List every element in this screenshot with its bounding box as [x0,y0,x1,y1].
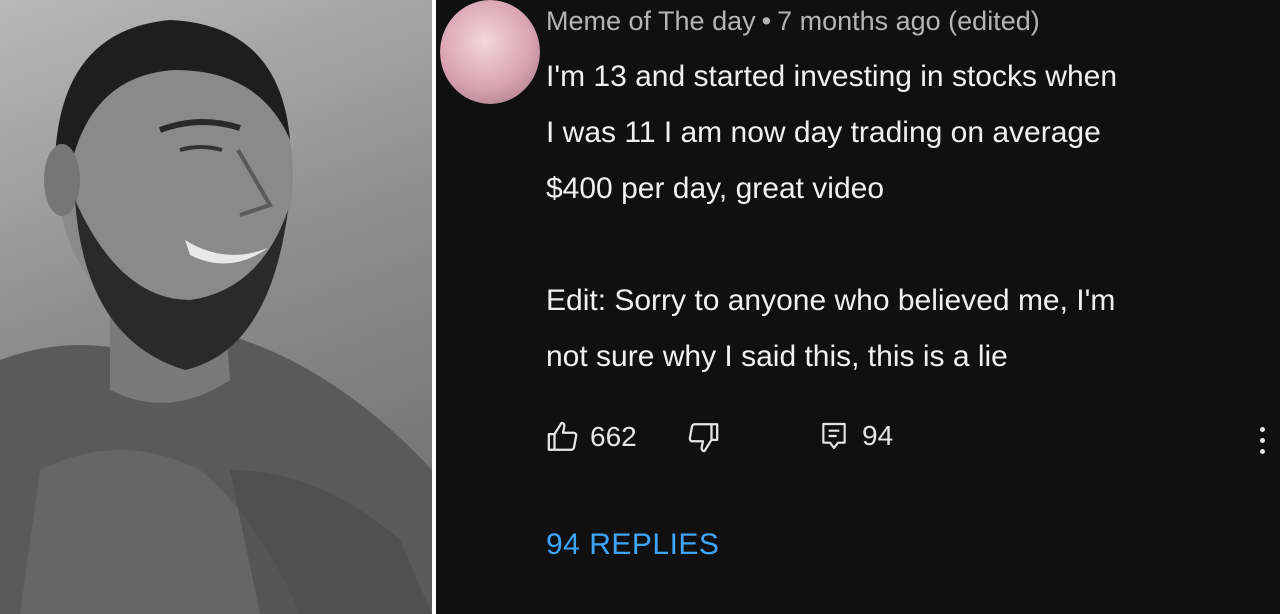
reply-count: 94 [862,420,894,451]
more-vertical-icon-dot [1259,437,1265,443]
portrait-illustration [0,20,432,614]
more-vertical-icon-dot [1259,448,1265,454]
portrait-photo [0,0,432,614]
comment-card: Meme of The day • 7 months ago (edited) I'… [436,0,1280,614]
comment-time[interactable]: 7 months ago (edited) [777,6,1040,36]
separator-dot: • [761,6,772,36]
more-vertical-icon [1259,426,1265,432]
thumbs-up-icon [547,421,578,451]
comment-icon [822,422,846,450]
reply-button[interactable]: 94 [818,420,893,452]
author-name[interactable]: Meme of The day [546,6,756,36]
avatar[interactable] [440,0,540,104]
like-button[interactable]: 662 [546,420,637,454]
comment-text-line: Edit: Sorry to anyone who believed me, I… [546,284,1116,317]
thumbs-down-icon [688,423,719,453]
comment-text-line: not sure why I said this, this is a lie [546,340,1008,373]
dislike-button[interactable] [686,420,720,454]
comment-text-line: $400 per day, great video [546,172,885,205]
comment-text-line: I'm 13 and started investing in stocks w… [546,60,1118,93]
comment-meta: Meme of The day • 7 months ago (edited) [546,6,1040,37]
comment-text-line: I was 11 I am now day trading on average [546,116,1101,149]
more-options-button[interactable] [1254,420,1270,460]
view-replies-link[interactable]: 94 REPLIES [546,528,719,562]
like-count: 662 [590,421,637,452]
